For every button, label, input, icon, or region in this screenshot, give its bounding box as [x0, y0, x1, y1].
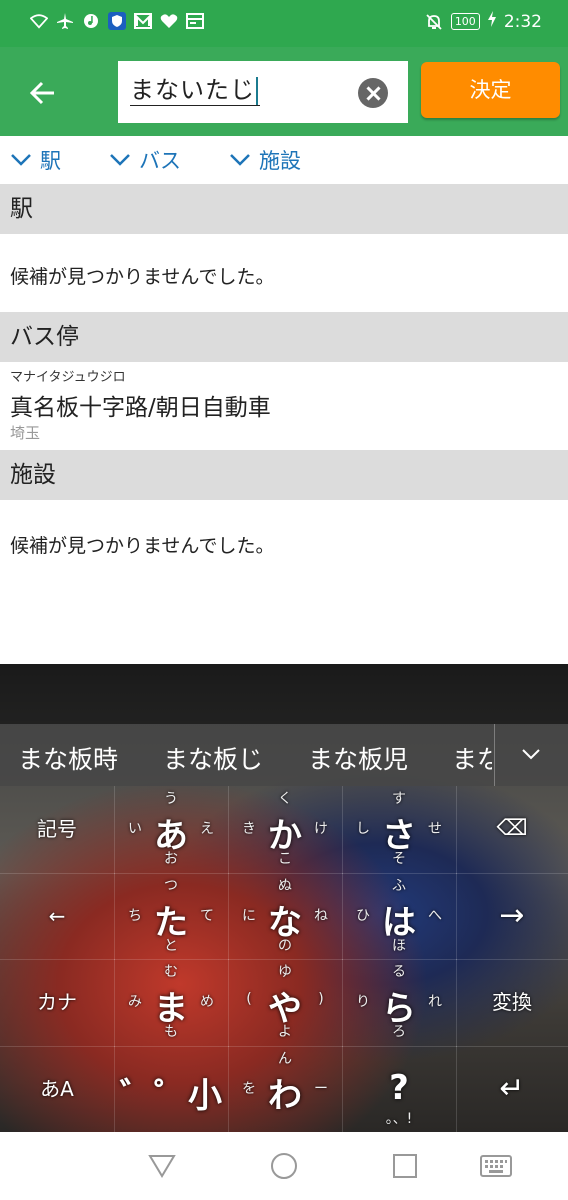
keypad: 記号あうおいえかくこきけさすそしせ ⌫ ← たつとちてなぬのにねはふほひへ → カナまむも…	[0, 786, 568, 1133]
kana-flick-up: る	[392, 964, 406, 980]
kana-key[interactable]: はふほひへ	[342, 872, 457, 960]
bus-stop-prefecture: 埼玉	[10, 424, 41, 442]
suggestion-item[interactable]: まな板時	[18, 740, 118, 776]
mail-icon	[134, 12, 152, 30]
keyboard-toggle-icon[interactable]	[480, 1155, 512, 1177]
enter-key[interactable]: ↵	[456, 1046, 568, 1133]
chevron-down-icon	[522, 749, 540, 760]
search-input-text: まないたじ	[130, 75, 260, 106]
no-results-message: 候補が見つかりませんでした。	[10, 535, 275, 557]
music-icon	[82, 12, 100, 30]
recents-square-icon[interactable]	[392, 1153, 418, 1179]
chevron-down-icon	[230, 154, 250, 166]
status-bar: 100 2:32	[0, 0, 568, 47]
kana-flick-up: ゆ	[278, 964, 292, 980]
kana-flick-up: む	[164, 964, 178, 980]
mute-bell-icon	[425, 13, 443, 31]
filter-bar: 駅 バス 施設	[0, 136, 568, 184]
suggestion-bar: まな板時 まな板じ まな板児 まな	[0, 724, 568, 786]
suggestion-item[interactable]: まな板児	[308, 740, 408, 776]
convert-key[interactable]: 変換	[456, 959, 568, 1047]
expand-suggestions-button[interactable]	[494, 724, 568, 786]
kana-flick-down: よ	[278, 1024, 292, 1040]
kana-flick-up: く	[278, 791, 292, 807]
battery-indicator: 100	[450, 13, 480, 30]
kana-key[interactable]: さすそしせ	[342, 786, 457, 874]
chevron-down-icon	[110, 154, 130, 166]
kana-flick-up: つ	[164, 877, 178, 894]
backspace-key[interactable]: ⌫	[456, 786, 568, 874]
filter-bus[interactable]: バス	[109, 145, 181, 175]
app-bar: まないたじ 決定	[0, 47, 568, 136]
back-triangle-icon[interactable]	[148, 1154, 176, 1178]
keyboard: まな板時 まな板じ まな板児 まな 記号あうおいえかくこきけさすそしせ ⌫ ← たつと…	[0, 664, 568, 1133]
decide-button[interactable]: 決定	[421, 62, 560, 118]
kana-flick-down: お	[164, 851, 178, 867]
search-input[interactable]: まないたじ	[118, 61, 408, 123]
shield-icon	[108, 12, 126, 30]
back-arrow-icon[interactable]	[24, 73, 64, 113]
clock: 2:32	[503, 11, 542, 32]
chevron-down-icon	[11, 154, 31, 166]
bus-stop-item[interactable]: マナイタジュウジロ 真名板十字路/朝日自動車 埼玉	[0, 362, 568, 450]
home-circle-icon[interactable]	[270, 1152, 298, 1180]
navigation-bar	[0, 1132, 568, 1200]
kana-flick-down: ほ	[392, 937, 406, 954]
right-arrow-key[interactable]: →	[456, 873, 568, 960]
kana-key[interactable]: らるろりれ	[342, 959, 457, 1047]
filter-facility[interactable]: 施設	[229, 145, 301, 175]
clear-icon[interactable]	[358, 78, 388, 108]
kana-flick-down: 。、!	[385, 1110, 413, 1127]
kana-flick-up: ん	[278, 1050, 292, 1067]
kana-flick-up: う	[164, 791, 178, 807]
kana-flick-down: こ	[278, 851, 292, 867]
kana-key[interactable]: ? 。、!	[342, 1045, 457, 1133]
kana-flick-down: ろ	[392, 1024, 406, 1040]
suggestion-item[interactable]: まな板じ	[163, 740, 263, 776]
calendar-icon	[186, 12, 204, 30]
kana-flick-up: ふ	[392, 877, 406, 894]
kana-key[interactable]: わんをー	[228, 1045, 343, 1133]
section-header-station: 駅	[0, 184, 568, 234]
section-header-bus: バス停	[0, 312, 568, 362]
kana-flick-up: ぬ	[278, 877, 292, 894]
wifi-icon	[30, 12, 48, 30]
bus-stop-reading: マナイタジュウジロ	[10, 370, 126, 385]
charging-icon	[487, 11, 496, 32]
heart-icon	[160, 12, 178, 30]
bus-stop-name: 真名板十字路/朝日自動車	[10, 395, 271, 421]
keyboard-top-strip	[0, 664, 568, 724]
filter-station[interactable]: 駅	[10, 145, 61, 175]
mode-toggle-key[interactable]: あA	[0, 1045, 115, 1133]
airplane-icon	[56, 12, 74, 30]
kana-flick-down: の	[278, 937, 292, 954]
kana-flick-down: と	[164, 937, 178, 954]
kana-flick-up: す	[392, 791, 406, 807]
kana-key-main: ?	[389, 1067, 409, 1108]
suggestion-item[interactable]: まな	[452, 740, 492, 776]
kana-flick-down: も	[164, 1024, 178, 1040]
section-header-facility: 施設	[0, 450, 568, 500]
no-results-message: 候補が見つかりませんでした。	[10, 266, 275, 288]
kana-flick-down: そ	[392, 851, 406, 867]
